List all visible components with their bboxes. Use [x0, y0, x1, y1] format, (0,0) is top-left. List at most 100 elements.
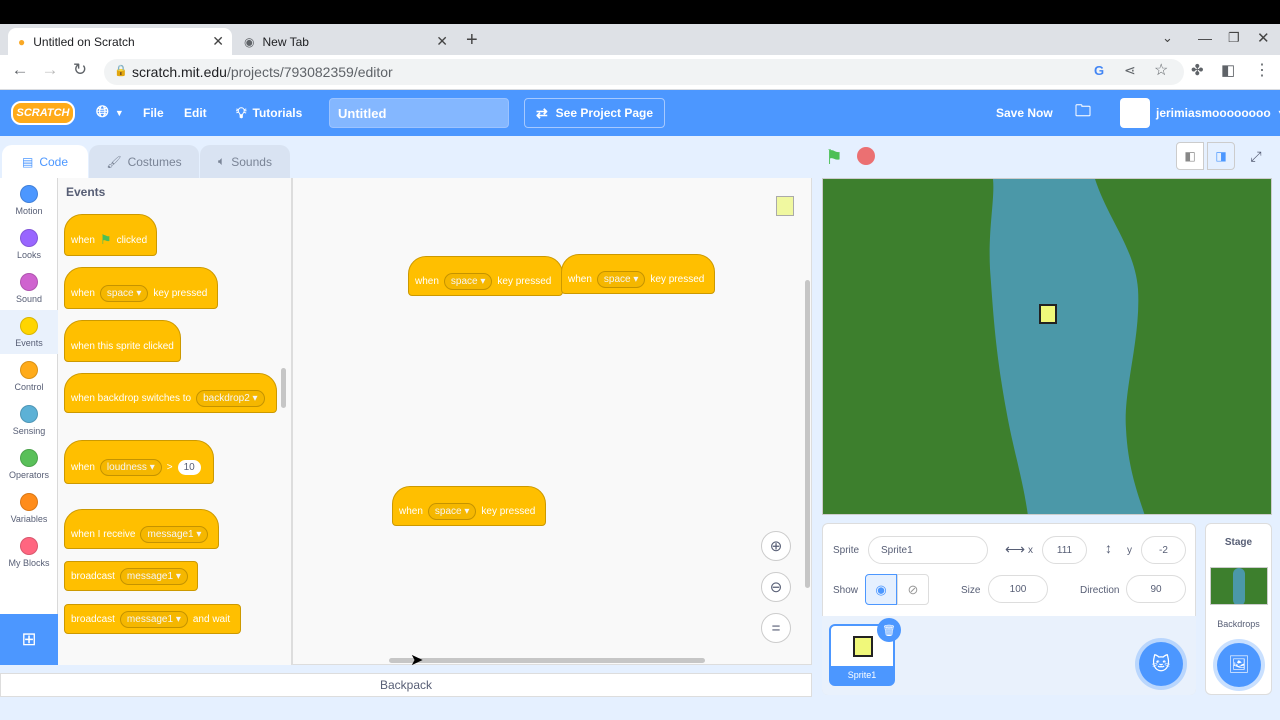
key-dropdown[interactable]: space ▾ — [427, 502, 477, 520]
stage-thumbnail[interactable] — [1210, 567, 1268, 605]
workspace-vertical-scrollbar[interactable] — [805, 280, 810, 588]
restore-icon[interactable]: ❐ — [1228, 30, 1240, 46]
loudness-dropdown[interactable]: loudness ▾ — [99, 458, 162, 476]
address-bar[interactable]: 🔒 scratch.mit.edu/projects/793082359/edi… — [104, 59, 1184, 85]
sprite-thumbnail-icon — [776, 196, 794, 216]
workspace-key-block-2[interactable]: when space ▾ key pressed — [561, 254, 715, 294]
bookmark-star-icon[interactable]: ☆ — [1154, 60, 1168, 80]
green-flag-button[interactable]: ⚑ — [825, 145, 843, 170]
globe-icon: 🌐︎ — [96, 104, 109, 121]
tab-code[interactable]: ▤ Code — [2, 145, 88, 178]
reload-icon[interactable]: ↻ — [68, 60, 92, 80]
broadcast-block[interactable]: broadcast message1 ▾ — [64, 561, 198, 591]
folder-icon[interactable]: 🗀 — [1075, 90, 1091, 136]
zoom-reset-button[interactable]: = — [761, 613, 791, 643]
sprite-name-input[interactable]: Sprite1 — [868, 536, 988, 564]
x-input[interactable]: 111 — [1042, 536, 1087, 564]
when-backdrop-switches-block[interactable]: when backdrop switches to backdrop2 ▾ — [64, 373, 277, 413]
zoom-out-button[interactable]: ⊖ — [761, 572, 791, 602]
category-label: Looks — [16, 249, 42, 260]
key-dropdown[interactable]: space ▾ — [99, 284, 149, 302]
share-icon[interactable]: ⋖ — [1124, 62, 1136, 79]
more-menu-icon[interactable]: ⋮ — [1254, 60, 1270, 80]
edit-menu[interactable]: Edit — [184, 90, 207, 136]
category-operators[interactable]: Operators — [0, 442, 58, 486]
looks-dot — [20, 228, 38, 247]
scratch-logo[interactable]: SCRATCH — [11, 101, 75, 125]
close-tab-icon[interactable]: ✕ — [436, 33, 448, 50]
sprite-on-stage[interactable] — [1039, 304, 1057, 324]
category-sensing[interactable]: Sensing — [0, 398, 58, 442]
broadcast-dropdown[interactable]: message1 ▾ — [119, 567, 188, 585]
forward-arrow-icon[interactable]: → — [38, 60, 62, 80]
when-sprite-clicked-block[interactable]: when this sprite clicked — [64, 320, 181, 362]
receive-dropdown[interactable]: message1 ▾ — [140, 525, 209, 543]
category-control[interactable]: Control — [0, 354, 58, 398]
fullscreen-button[interactable]: ⤢ — [1242, 142, 1270, 170]
tab-sounds[interactable]: 🔈︎ Sounds — [200, 145, 290, 178]
size-input[interactable]: 100 — [988, 575, 1048, 603]
key-dropdown[interactable]: space ▾ — [443, 272, 493, 290]
category-my-blocks[interactable]: My Blocks — [0, 530, 58, 574]
category-events[interactable]: Events — [0, 310, 58, 354]
when-i-receive-block[interactable]: when I receive message1 ▾ — [64, 509, 219, 549]
when-flag-clicked-block[interactable]: when ⚑ clicked — [64, 214, 157, 256]
save-now-button[interactable]: Save Now — [996, 90, 1053, 136]
tab-scratch[interactable]: ● Untitled on Scratch ✕ — [8, 28, 232, 55]
script-workspace[interactable] — [292, 178, 812, 665]
tab-new-tab[interactable]: ◉ New Tab ✕ — [234, 28, 456, 55]
palette-scrollbar[interactable] — [281, 368, 286, 408]
backdrop-dropdown[interactable]: backdrop2 ▾ — [196, 389, 265, 407]
workspace-horizontal-scrollbar[interactable] — [389, 658, 705, 663]
workspace-key-block-3[interactable]: when space ▾ key pressed — [392, 486, 546, 526]
category-variables[interactable]: Variables — [0, 486, 58, 530]
new-tab-plus-icon[interactable]: + — [466, 29, 478, 52]
when-key-pressed-block[interactable]: when space ▾ key pressed — [64, 267, 218, 309]
google-icon[interactable]: G — [1094, 63, 1104, 78]
category-motion[interactable]: Motion — [0, 178, 58, 222]
zoom-in-button[interactable]: ⊕ — [761, 531, 791, 561]
back-arrow-icon[interactable]: ← — [8, 60, 32, 80]
show-sprite-button[interactable]: ◉ — [865, 574, 897, 605]
hide-sprite-button[interactable]: ⊘ — [897, 574, 929, 605]
tab-search-chevron-icon[interactable]: ⌄ — [1162, 30, 1173, 46]
tab-costumes[interactable]: 🖌︎ Costumes — [89, 145, 199, 178]
add-extension-button[interactable]: ⊞ — [0, 614, 58, 665]
see-project-page-button[interactable]: ⇄ See Project Page — [524, 98, 665, 128]
tab-sounds-label: Sounds — [231, 154, 272, 169]
stage-canvas[interactable] — [822, 178, 1272, 515]
sprite-label: Sprite — [833, 545, 860, 556]
y-input[interactable]: -2 — [1141, 536, 1186, 564]
category-looks[interactable]: Looks — [0, 222, 58, 266]
backpack-bar[interactable]: Backpack — [0, 673, 812, 697]
tutorials-label: Tutorials — [252, 106, 303, 120]
block-text: clicked — [116, 234, 148, 246]
loudness-number-input[interactable]: 10 — [177, 459, 201, 475]
direction-input[interactable]: 90 — [1126, 575, 1186, 603]
tutorials-menu[interactable]: 💡︎ Tutorials — [236, 90, 302, 136]
image-plus-icon: 🖼︎ — [1228, 655, 1250, 674]
workspace-key-block-1[interactable]: when space ▾ key pressed — [408, 256, 563, 296]
category-sound[interactable]: Sound — [0, 266, 58, 310]
delete-sprite-button[interactable]: 🗑︎ — [877, 618, 901, 642]
direction-label: Direction — [1080, 585, 1120, 596]
key-dropdown[interactable]: space ▾ — [596, 270, 646, 288]
see-project-label: See Project Page — [555, 106, 654, 120]
choose-backdrop-button[interactable]: 🖼︎ — [1217, 643, 1261, 687]
large-stage-button[interactable]: ◨ — [1207, 142, 1235, 170]
side-panel-icon[interactable]: ◧ — [1221, 61, 1235, 79]
close-tab-icon[interactable]: ✕ — [212, 33, 224, 50]
minimize-icon[interactable]: — — [1198, 30, 1212, 46]
stop-button[interactable] — [857, 147, 875, 165]
broadcast-wait-dropdown[interactable]: message1 ▾ — [119, 610, 188, 628]
choose-sprite-button[interactable]: 🐱︎ — [1139, 642, 1183, 686]
small-stage-button[interactable]: ◧ — [1176, 142, 1204, 170]
broadcast-and-wait-block[interactable]: broadcast message1 ▾ and wait — [64, 604, 241, 634]
language-menu[interactable]: 🌐︎ ▼ — [96, 90, 124, 136]
close-window-icon[interactable]: ✕ — [1257, 29, 1270, 47]
when-loudness-block[interactable]: when loudness ▾ >10 — [64, 440, 214, 484]
project-title-input[interactable]: Untitled — [329, 98, 509, 128]
extensions-puzzle-icon[interactable]: ✤ — [1191, 61, 1204, 79]
account-menu[interactable]: jerimiasmoooooooo ▼ — [1120, 90, 1280, 136]
file-menu[interactable]: File — [143, 90, 164, 136]
